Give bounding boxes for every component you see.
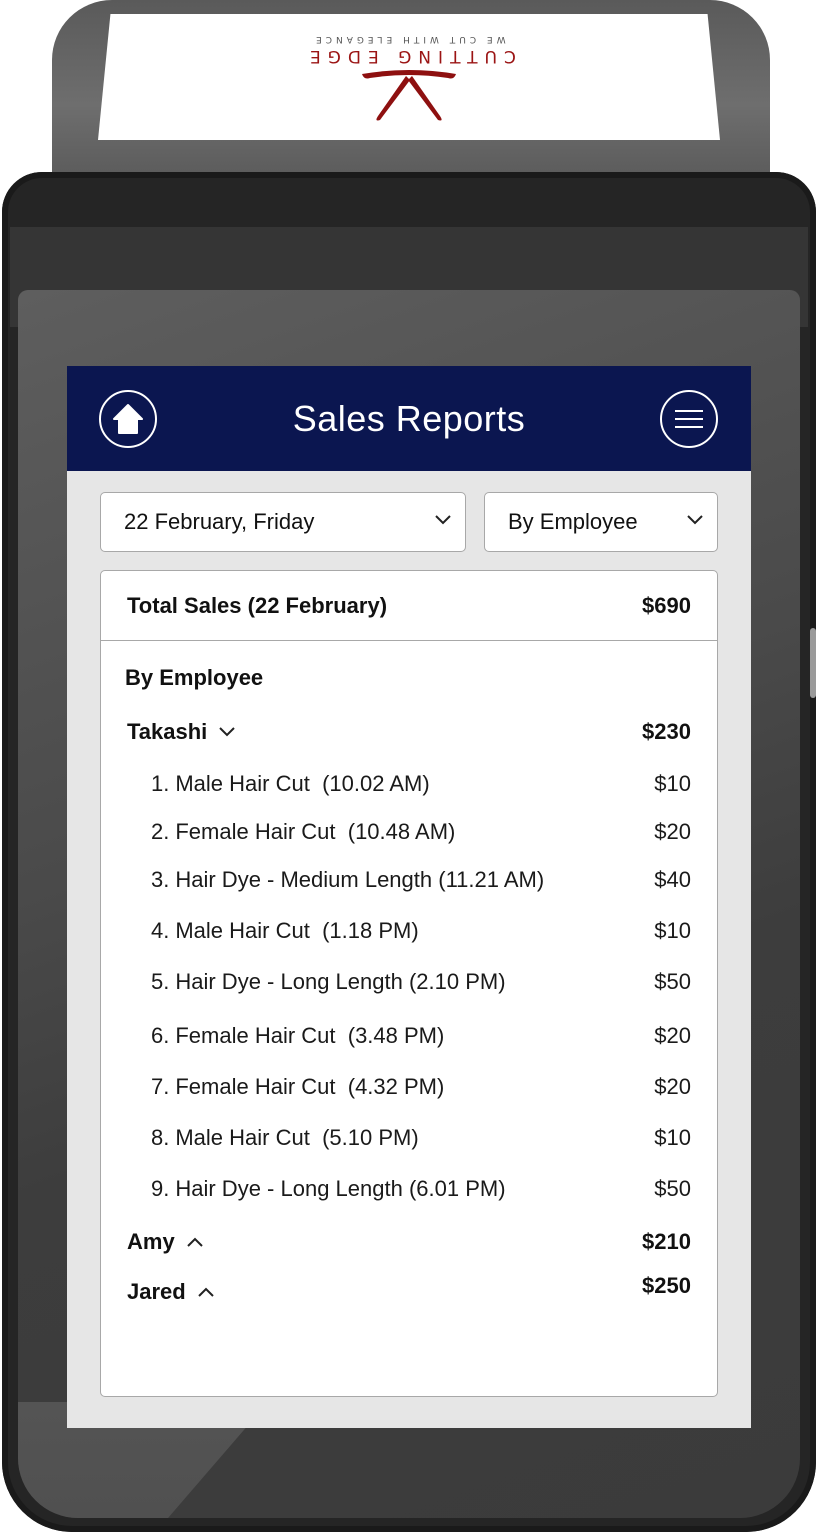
chevron-up-icon	[186, 1237, 203, 1247]
home-button[interactable]	[99, 390, 157, 448]
item-index: 7.	[151, 1074, 170, 1099]
item-amount: $10	[654, 1125, 691, 1150]
item-amount: $10	[654, 918, 691, 943]
total-sales-label: Total Sales (22 February)	[127, 592, 388, 618]
chevron-down-icon	[435, 515, 451, 525]
item-amount: $50	[654, 969, 691, 994]
item-label: Hair Dye - Medium Length (11.21 AM)	[175, 867, 545, 892]
date-select[interactable]: 22 February, Friday	[100, 492, 466, 552]
item-label: Female Hair Cut (3.48 PM)	[175, 1023, 445, 1048]
sale-item-row: 8. Male Hair Cut (5.10 PM) $10	[151, 1125, 691, 1151]
item-index: 5.	[151, 969, 170, 994]
chevron-down-icon	[687, 515, 703, 525]
printed-receipt: WE CUT WITH ELEGANCE CUTTING EDGE	[98, 14, 720, 140]
item-index: 6.	[151, 1023, 170, 1048]
employee-name: Takashi	[127, 719, 208, 744]
sale-item-row: 4. Male Hair Cut (1.18 PM) $10	[151, 918, 691, 944]
item-label: Male Hair Cut (5.10 PM)	[175, 1125, 419, 1150]
receipt-tagline: WE CUT WITH ELEGANCE	[312, 34, 506, 44]
item-label: Hair Dye - Long Length (6.01 PM)	[175, 1176, 506, 1201]
razor-logo-icon	[362, 70, 456, 121]
employee-row-takashi[interactable]: Takashi $230	[127, 719, 691, 745]
sale-item-row: 7. Female Hair Cut (4.32 PM) $20	[151, 1074, 691, 1100]
total-sales-value: $690	[642, 592, 691, 618]
section-title: By Employee	[125, 665, 264, 690]
item-index: 2.	[151, 819, 170, 844]
employee-name: Jared	[127, 1279, 186, 1304]
menu-button[interactable]	[660, 390, 718, 448]
employee-total: $210	[642, 1229, 691, 1254]
app-header: Sales Reports	[67, 366, 751, 471]
group-by-select[interactable]: By Employee	[484, 492, 718, 552]
sales-report-card: Total Sales (22 February) $690 By Employ…	[100, 570, 718, 1397]
device-side-button[interactable]	[810, 628, 816, 698]
item-label: Hair Dye - Long Length (2.10 PM)	[175, 969, 506, 994]
sale-item-row: 1. Male Hair Cut (10.02 AM) $10	[151, 771, 691, 797]
app-screen: Sales Reports 22 February, Friday By Emp…	[67, 366, 751, 1428]
page-title: Sales Reports	[292, 397, 526, 439]
employee-row-amy[interactable]: Amy $210	[127, 1229, 691, 1255]
item-amount: $20	[654, 819, 691, 844]
sale-item-row: 3. Hair Dye - Medium Length (11.21 AM) $4…	[151, 867, 691, 893]
item-amount: $50	[654, 1176, 691, 1201]
employee-name: Amy	[127, 1229, 175, 1254]
item-label: Female Hair Cut (10.48 AM)	[175, 819, 456, 844]
group-by-select-value: By Employee	[508, 509, 638, 534]
sale-item-row: 9. Hair Dye - Long Length (6.01 PM) $50	[151, 1176, 691, 1202]
item-amount: $20	[654, 1023, 691, 1048]
item-index: 9.	[151, 1176, 170, 1201]
home-icon	[113, 404, 143, 434]
item-label: Male Hair Cut (10.02 AM)	[175, 771, 430, 796]
item-amount: $10	[654, 771, 691, 796]
sale-item-row: 6. Female Hair Cut (3.48 PM) $20	[151, 1023, 691, 1049]
hamburger-menu-icon	[675, 410, 703, 428]
receipt-brand: CUTTING EDGE	[302, 46, 516, 66]
item-index: 4.	[151, 918, 170, 943]
total-sales-row: Total Sales (22 February) $690	[101, 571, 717, 641]
item-index: 8.	[151, 1125, 170, 1150]
item-index: 3.	[151, 867, 170, 892]
item-label: Female Hair Cut (4.32 PM)	[175, 1074, 445, 1099]
chevron-down-icon	[219, 727, 236, 737]
report-filters: 22 February, Friday By Employee	[100, 492, 718, 552]
employee-row-jared[interactable]: Jared $250	[127, 1273, 691, 1305]
chevron-up-icon	[198, 1287, 214, 1297]
item-index: 1.	[151, 771, 170, 796]
item-amount: $40	[654, 867, 691, 892]
date-select-value: 22 February, Friday	[124, 509, 315, 534]
item-label: Male Hair Cut (1.18 PM)	[175, 918, 419, 943]
item-amount: $20	[654, 1074, 691, 1099]
sale-item-row: 2. Female Hair Cut (10.48 AM) $20	[151, 819, 691, 845]
sale-item-row: 5. Hair Dye - Long Length (2.10 PM) $50	[151, 969, 691, 995]
employee-total: $250	[642, 1273, 691, 1298]
employee-total: $230	[642, 719, 691, 744]
